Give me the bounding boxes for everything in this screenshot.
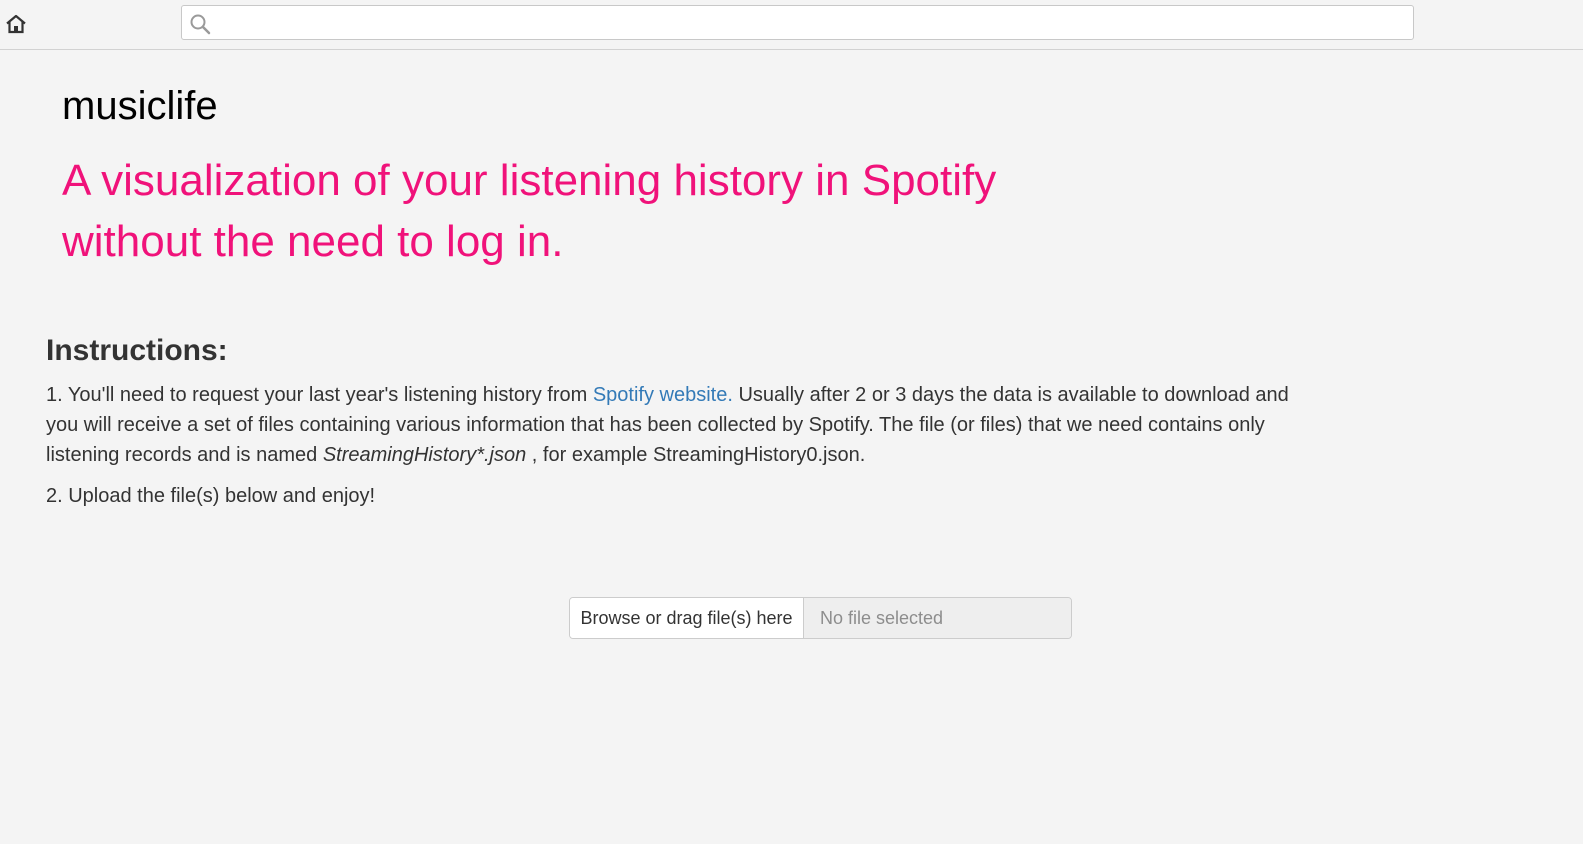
search-bar[interactable] xyxy=(181,5,1414,40)
spotify-website-link[interactable]: Spotify website. xyxy=(593,384,733,406)
search-input[interactable] xyxy=(216,8,1410,39)
streaming-history-filename: StreamingHistory*.json xyxy=(322,444,527,466)
home-icon[interactable] xyxy=(4,12,28,36)
step1-text-start: 1. You'll need to request your last year… xyxy=(46,384,593,406)
instruction-step-1: 1. You'll need to request your last year… xyxy=(46,380,1321,470)
browse-files-button[interactable]: Browse or drag file(s) here xyxy=(570,598,804,638)
app-title: musiclife xyxy=(62,84,218,128)
top-bar xyxy=(0,0,1583,50)
search-icon xyxy=(189,13,211,35)
step1-text-end: , for example StreamingHistory0.json. xyxy=(526,444,866,466)
tagline: A visualization of your listening histor… xyxy=(62,156,997,266)
instruction-step-2: 2. Upload the file(s) below and enjoy! xyxy=(46,485,376,507)
instructions-heading: Instructions: xyxy=(46,334,228,367)
file-upload[interactable]: Browse or drag file(s) here No file sele… xyxy=(569,597,1072,639)
file-status-field: No file selected xyxy=(804,598,1071,638)
